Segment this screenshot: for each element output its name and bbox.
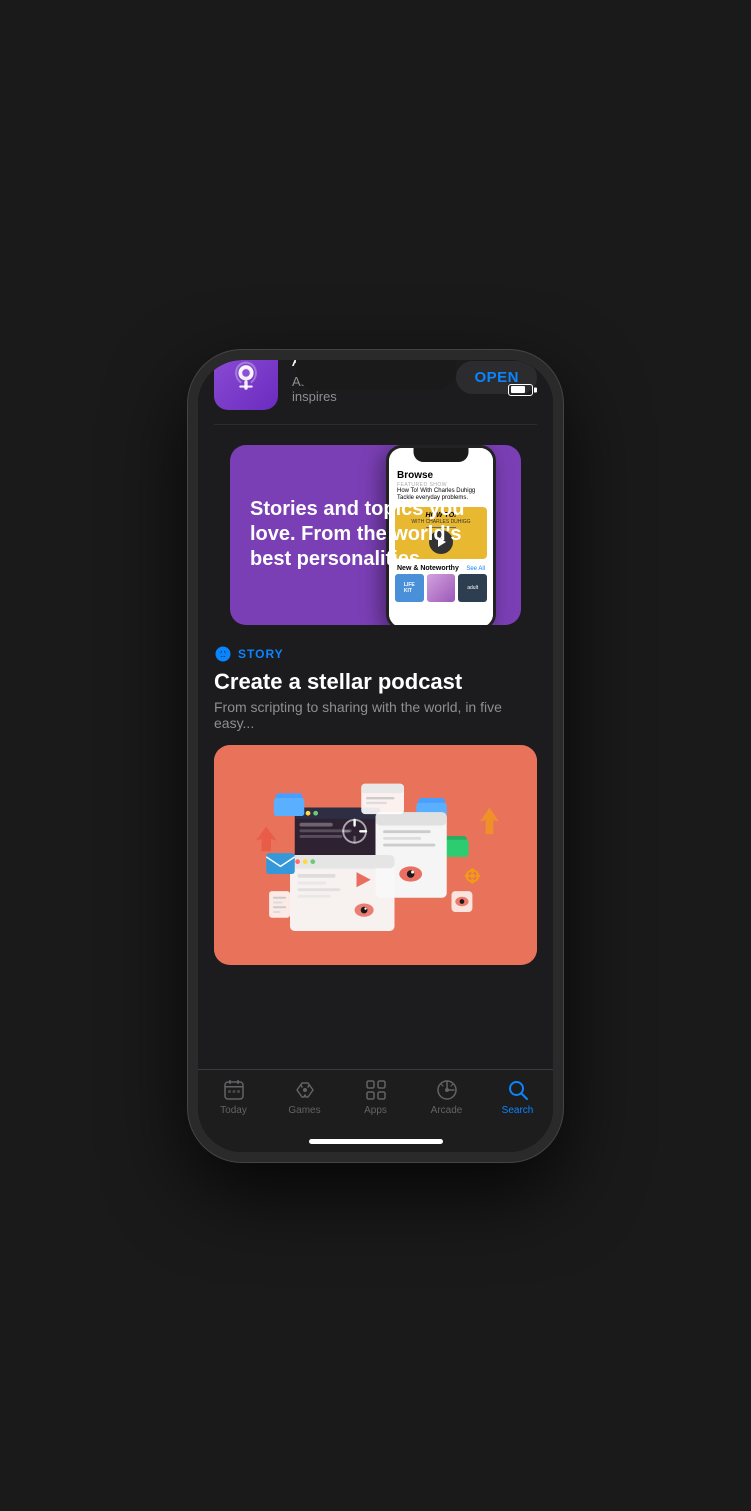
podcasts-app-icon <box>214 360 278 410</box>
app-name: Apple Podcasts <box>292 360 442 372</box>
tab-arcade[interactable]: Arcade <box>411 1078 482 1116</box>
home-indicator <box>309 1139 443 1144</box>
phone-frame: 17:13 ✈ <box>188 350 563 1162</box>
app-info: Apple Podcasts Audio that informs & insp… <box>292 360 442 405</box>
tab-today-label: Today <box>220 1105 247 1116</box>
story-label-row: STORY <box>214 645 537 663</box>
search-tab-icon <box>506 1078 530 1102</box>
screen: 17:13 ✈ <box>198 360 553 1152</box>
story-illustration-svg <box>214 745 537 965</box>
volume-down-button <box>188 585 192 645</box>
volume-up-button <box>188 510 192 570</box>
tab-search[interactable]: Search <box>482 1078 553 1116</box>
mockup-notch <box>414 448 469 462</box>
silent-switch <box>188 460 192 488</box>
story-section: STORY Create a stellar podcast From scri… <box>198 625 553 975</box>
app-subtitle: Audio that informs & inspires <box>292 374 442 404</box>
story-illustration-card[interactable] <box>214 745 537 965</box>
apps-icon <box>364 1078 388 1102</box>
app-result-row: Apple Podcasts Audio that informs & insp… <box>198 360 553 424</box>
tab-apps[interactable]: Apps <box>340 1078 411 1116</box>
banner-text: Stories and topics you love. From the wo… <box>230 477 521 592</box>
tab-games-label: Games <box>288 1105 320 1116</box>
tab-games[interactable]: Games <box>269 1078 340 1116</box>
power-button <box>559 525 563 605</box>
scroll-content: Apple Podcasts Audio that informs & insp… <box>198 360 553 1069</box>
story-title: Create a stellar podcast <box>214 669 537 695</box>
tab-search-label: Search <box>502 1105 534 1116</box>
story-appstore-icon <box>214 645 232 663</box>
tab-apps-label: Apps <box>364 1105 387 1116</box>
banner-card[interactable]: Stories and topics you love. From the wo… <box>230 445 521 625</box>
battery-icon <box>508 384 533 396</box>
tab-arcade-label: Arcade <box>431 1105 463 1116</box>
story-subtitle: From scripting to sharing with the world… <box>214 699 537 731</box>
games-icon <box>293 1078 317 1102</box>
story-type-label: STORY <box>238 647 284 661</box>
banner-section: Stories and topics you love. From the wo… <box>198 425 553 625</box>
tab-today[interactable]: Today <box>198 1078 269 1116</box>
arcade-icon <box>435 1078 459 1102</box>
today-icon <box>222 1078 246 1102</box>
banner-headline: Stories and topics you love. From the wo… <box>250 497 501 572</box>
